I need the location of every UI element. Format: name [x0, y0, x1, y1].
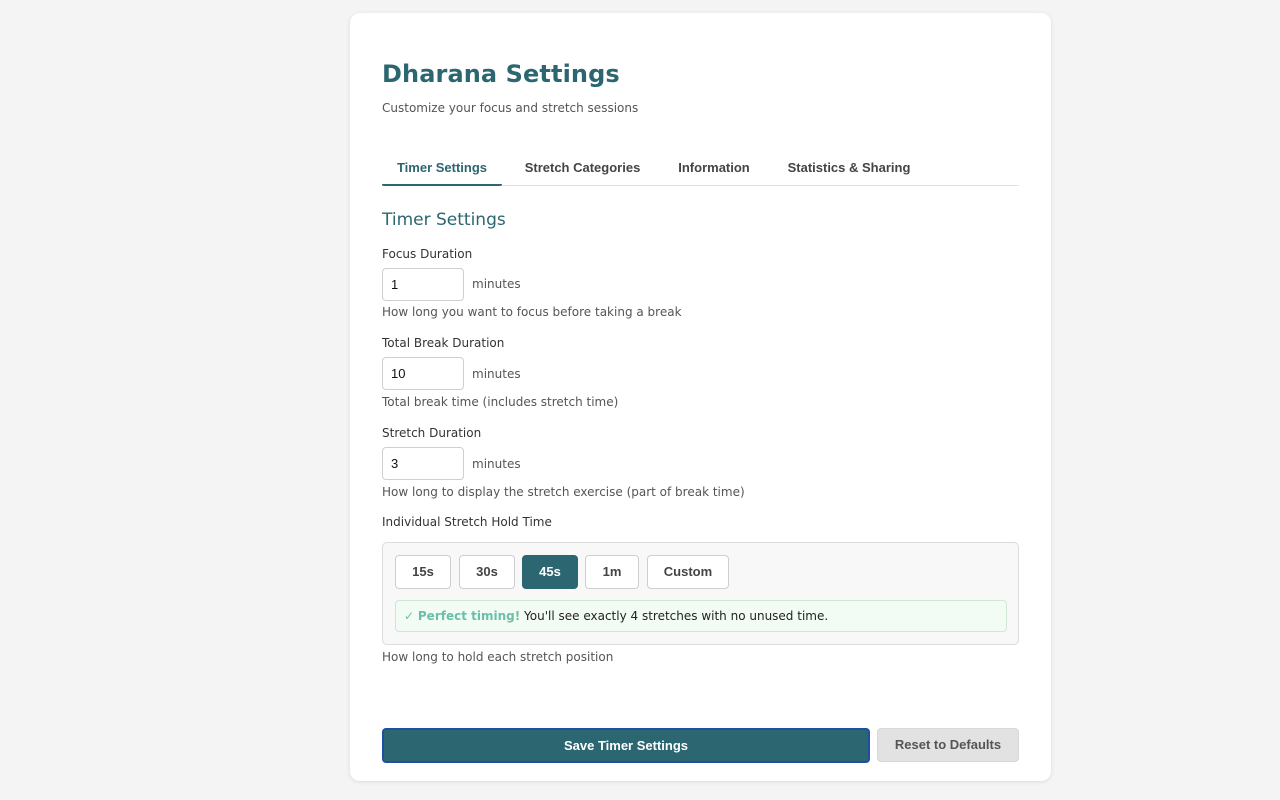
- tab-information[interactable]: Information: [663, 147, 765, 184]
- hold-time-label: Individual Stretch Hold Time: [382, 515, 552, 529]
- stretch-duration-unit: minutes: [472, 457, 521, 471]
- break-duration-help: Total break time (includes stretch time): [382, 395, 619, 409]
- section-title: Timer Settings: [382, 210, 506, 230]
- focus-duration-unit: minutes: [472, 277, 521, 291]
- focus-duration-input[interactable]: [382, 268, 464, 301]
- stretch-duration-help: How long to display the stretch exercise…: [382, 485, 745, 499]
- checkmark-icon: ✓: [404, 609, 415, 623]
- break-duration-label: Total Break Duration: [382, 336, 505, 350]
- hold-option-1m[interactable]: 1m: [585, 555, 639, 589]
- timing-status-heading: Perfect timing!: [417, 609, 521, 623]
- hold-option-15s[interactable]: 15s: [395, 555, 451, 589]
- timing-status-message: ✓ Perfect timing! You'll see exactly 4 s…: [395, 600, 1007, 632]
- timing-status-text: You'll see exactly 4 stretches with no u…: [524, 609, 829, 623]
- stretch-duration-label: Stretch Duration: [382, 426, 482, 440]
- settings-tabs: Timer Settings Stretch Categories Inform…: [382, 147, 1019, 186]
- hold-time-help: How long to hold each stretch position: [382, 650, 614, 664]
- focus-duration-label: Focus Duration: [382, 247, 473, 261]
- tab-stretch-categories[interactable]: Stretch Categories: [510, 147, 655, 184]
- break-duration-unit: minutes: [472, 367, 521, 381]
- stretch-duration-input[interactable]: [382, 447, 464, 480]
- page-subtitle: Customize your focus and stretch session…: [382, 101, 639, 115]
- save-timer-settings-button[interactable]: Save Timer Settings: [382, 728, 870, 763]
- break-duration-input[interactable]: [382, 357, 464, 390]
- settings-card: Dharana Settings Customize your focus an…: [350, 13, 1051, 781]
- tab-statistics-sharing[interactable]: Statistics & Sharing: [773, 147, 925, 184]
- hold-option-30s[interactable]: 30s: [459, 555, 515, 589]
- tab-timer-settings[interactable]: Timer Settings: [382, 147, 502, 186]
- hold-option-45s[interactable]: 45s: [522, 555, 578, 589]
- reset-to-defaults-button[interactable]: Reset to Defaults: [877, 728, 1019, 762]
- focus-duration-help: How long you want to focus before taking…: [382, 305, 682, 319]
- page-title: Dharana Settings: [382, 60, 620, 88]
- hold-time-panel: 15s 30s 45s 1m Custom ✓ Perfect timing! …: [382, 542, 1019, 645]
- hold-option-custom[interactable]: Custom: [647, 555, 729, 589]
